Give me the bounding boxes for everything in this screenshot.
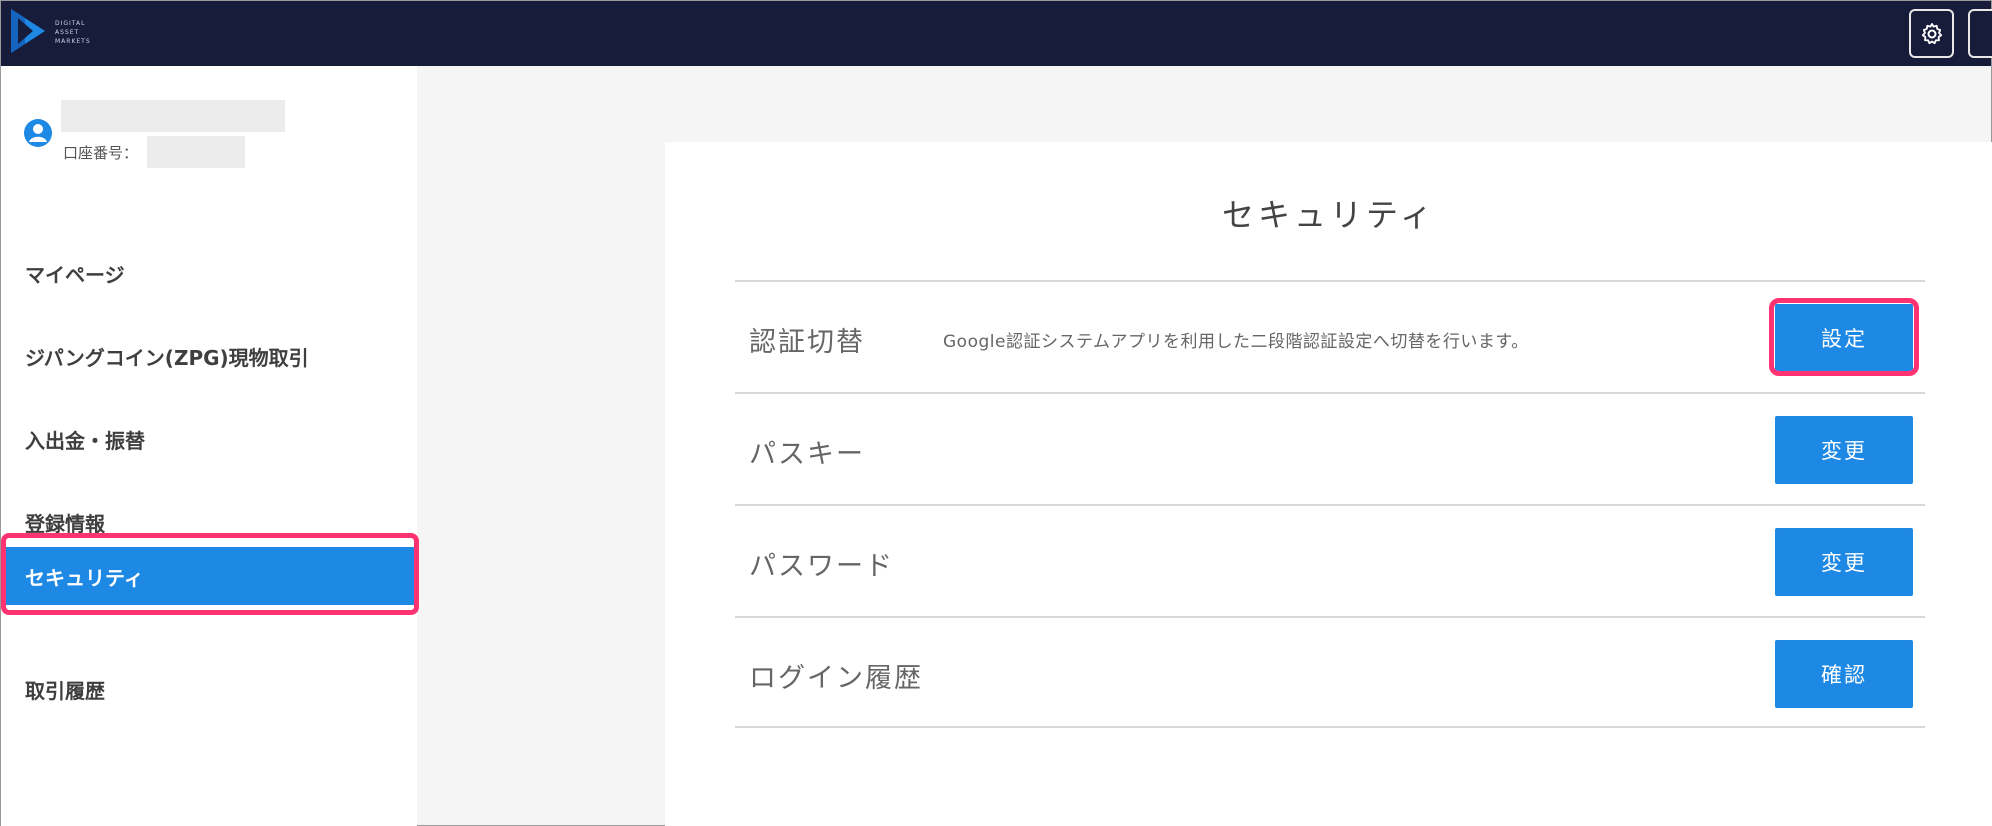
settings-button[interactable]: [1909, 9, 1954, 58]
page-title: セキュリティ: [1221, 196, 1437, 234]
sidebar-item-zpg-trading[interactable]: ジパングコイン(ZPG)現物取引: [1, 327, 417, 385]
sidebar-item-registration-info[interactable]: 登録情報: [1, 493, 417, 551]
row-passkey: パスキー 変更: [735, 392, 1925, 504]
account-number-masked: [147, 136, 245, 168]
sidebar: 口座番号： マイページ ジパングコイン(ZPG)現物取引 入出金・振替 登録情報…: [1, 66, 419, 826]
row-password: パスワード 変更: [735, 504, 1925, 616]
row-login-history: ログイン履歴 確認: [735, 616, 1925, 728]
menu-button[interactable]: [1968, 9, 1992, 58]
row-label: ログイン履歴: [749, 663, 923, 694]
login-history-confirm-button[interactable]: 確認: [1775, 640, 1913, 708]
row-auth-switch: 認証切替 Google認証システムアプリを利用した二段階認証設定へ切替を行います…: [735, 280, 1925, 392]
sidebar-item-trade-history[interactable]: 取引履歴: [1, 660, 417, 718]
logo-icon: [11, 9, 45, 53]
logo[interactable]: DIGITAL ASSET MARKETS: [11, 9, 106, 57]
user-name-masked: [61, 100, 285, 132]
auth-setting-button[interactable]: 設定: [1775, 304, 1913, 372]
row-label: 認証切替: [749, 327, 865, 358]
row-label: パスキー: [749, 439, 865, 470]
sidebar-item-deposit-withdrawal[interactable]: 入出金・振替: [1, 410, 417, 468]
password-change-button[interactable]: 変更: [1775, 528, 1913, 596]
row-label: パスワード: [749, 551, 894, 582]
top-bar: DIGITAL ASSET MARKETS: [1, 1, 1992, 66]
row-description: Google認証システムアプリを利用した二段階認証設定へ切替を行います。: [943, 332, 1529, 352]
account-number-label: 口座番号：: [63, 144, 139, 162]
user-avatar-icon: [24, 119, 52, 147]
gear-icon: [1921, 22, 1942, 44]
passkey-change-button[interactable]: 変更: [1775, 416, 1913, 484]
sidebar-item-security[interactable]: セキュリティ: [1, 547, 417, 605]
logo-text: DIGITAL ASSET MARKETS: [55, 20, 91, 45]
sidebar-item-mypage[interactable]: マイページ: [1, 244, 417, 302]
security-panel: セキュリティ 認証切替 Google認証システムアプリを利用した二段階認証設定へ…: [665, 142, 1992, 826]
